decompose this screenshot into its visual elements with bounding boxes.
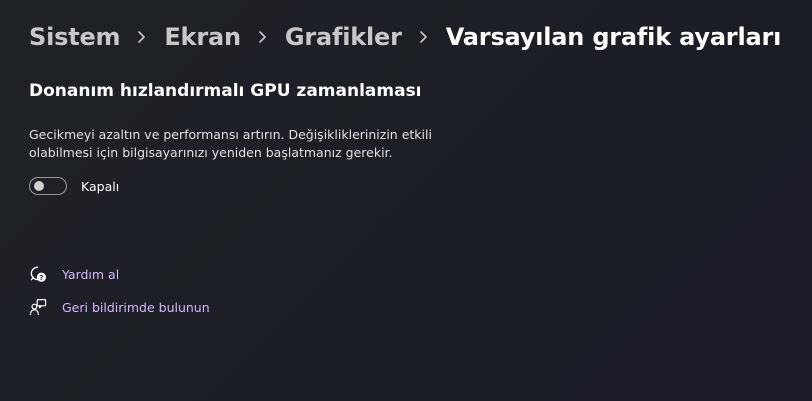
chevron-right-icon xyxy=(120,19,164,55)
breadcrumb-item-ekran[interactable]: Ekran xyxy=(164,23,241,51)
get-help-label[interactable]: Yardım al xyxy=(62,267,119,282)
help-chat-icon: ? xyxy=(29,265,47,283)
give-feedback-link[interactable]: Geri bildirimde bulunun xyxy=(29,297,210,317)
breadcrumb-item-grafikler[interactable]: Grafikler xyxy=(285,23,402,51)
toggle-knob xyxy=(34,181,44,191)
breadcrumb: Sistem Ekran Grafikler Varsayılan grafik… xyxy=(29,19,781,55)
gpu-scheduling-toggle-row: Kapalı xyxy=(29,175,119,197)
chevron-right-icon xyxy=(241,19,285,55)
svg-text:?: ? xyxy=(39,274,43,282)
page-title: Varsayılan grafik ayarları xyxy=(445,23,782,51)
toggle-state-label: Kapalı xyxy=(81,178,120,194)
breadcrumb-item-sistem[interactable]: Sistem xyxy=(29,23,121,51)
feedback-icon xyxy=(29,298,47,316)
section-description: Gecikmeyi azaltın ve performansı artırın… xyxy=(29,127,432,160)
chevron-right-icon xyxy=(402,19,446,55)
give-feedback-label[interactable]: Geri bildirimde bulunun xyxy=(62,300,210,315)
get-help-link[interactable]: ? Yardım al xyxy=(29,264,119,284)
gpu-scheduling-toggle[interactable] xyxy=(29,177,67,195)
section-title: Donanım hızlandırmalı GPU zamanlaması xyxy=(29,81,422,101)
